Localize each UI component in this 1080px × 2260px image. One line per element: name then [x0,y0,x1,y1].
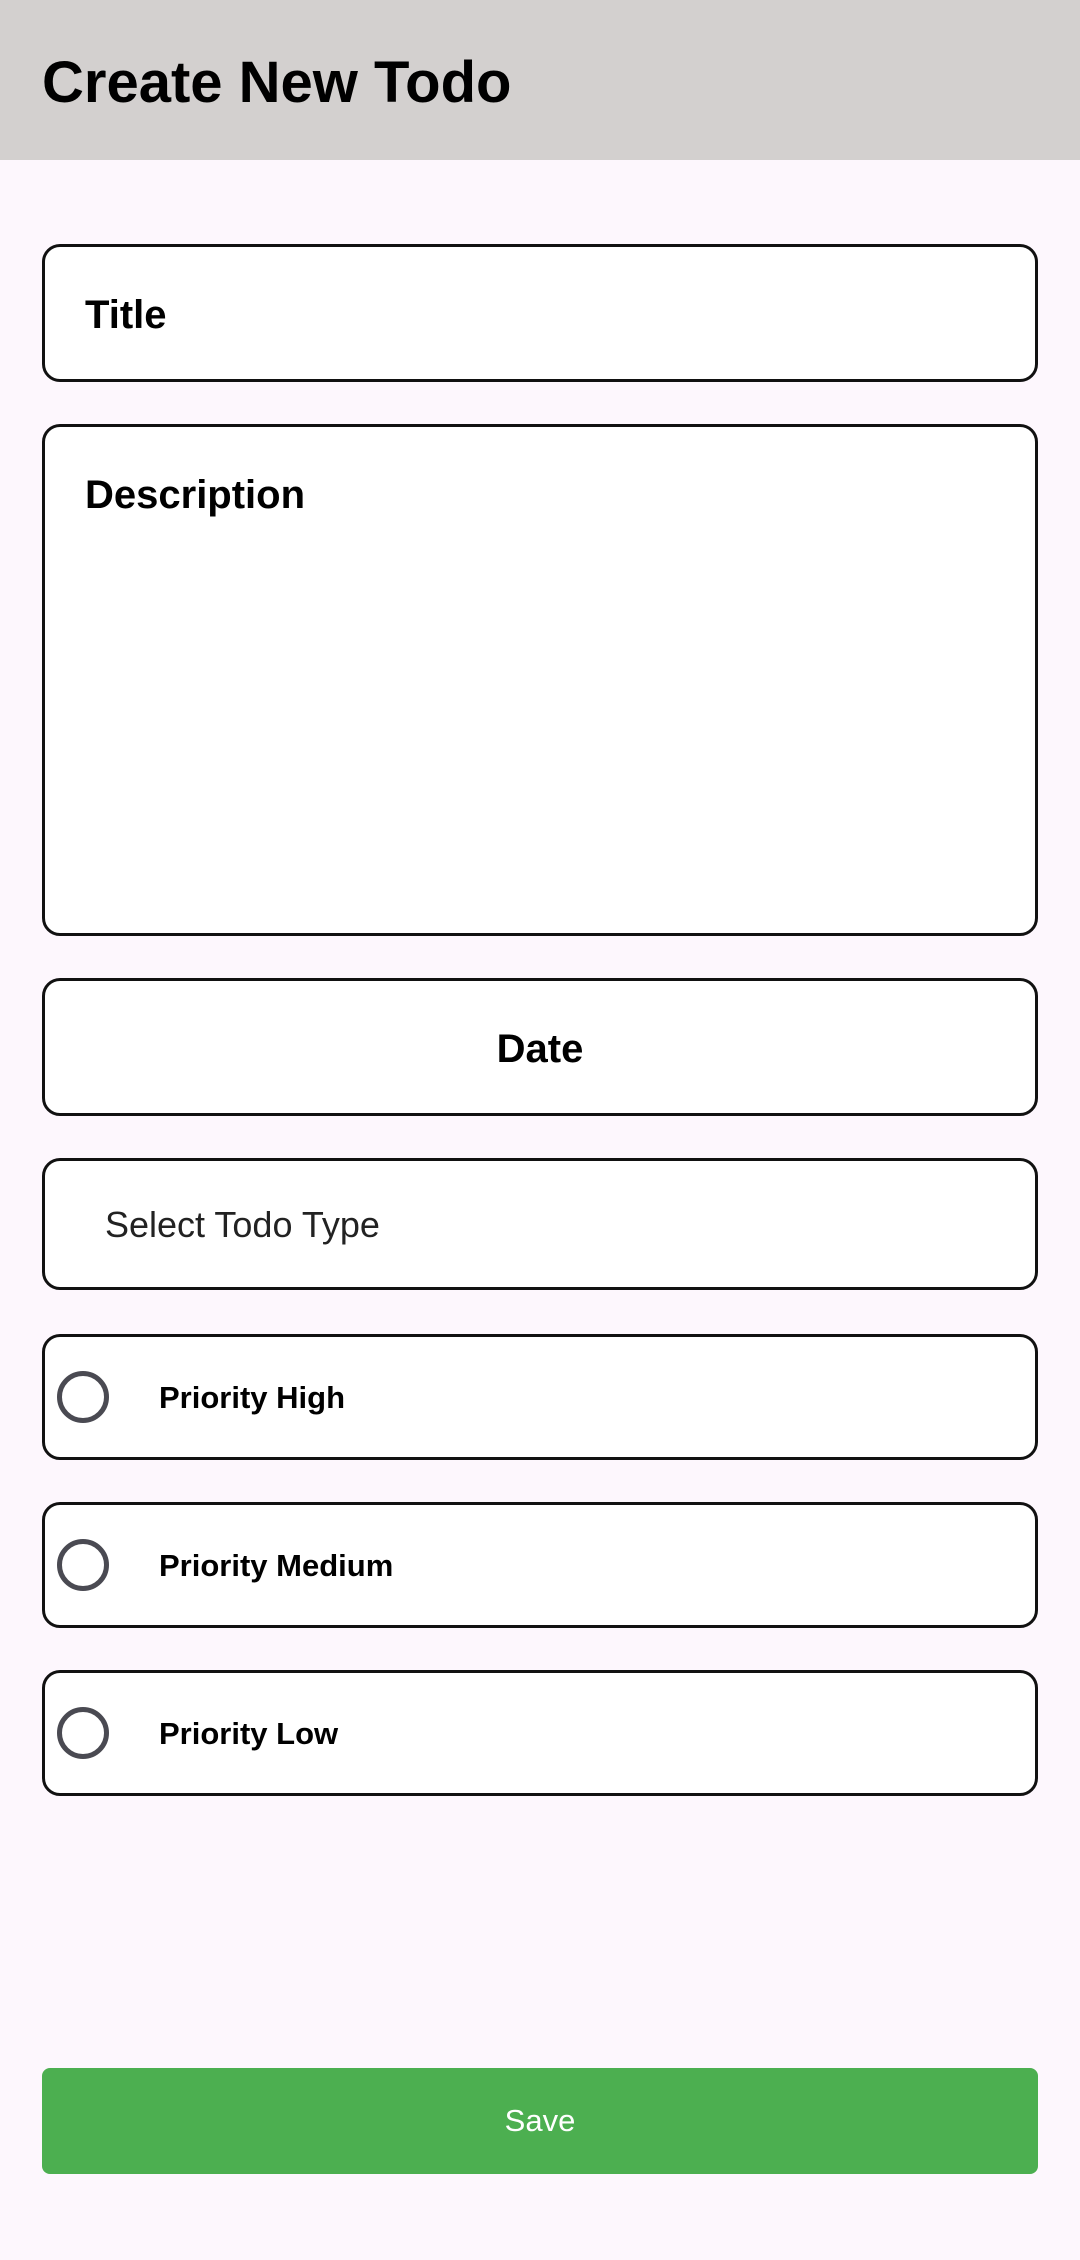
title-placeholder: Title [85,293,167,337]
radio-unchecked-icon[interactable] [57,1539,109,1591]
priority-option-high[interactable]: Priority High [42,1334,1038,1460]
page-title: Create New Todo [42,50,512,115]
date-picker-button[interactable]: Date [42,978,1038,1116]
app-bar: Create New Todo [0,0,1080,160]
description-placeholder: Description [85,473,306,517]
priority-label: Priority Medium [159,1548,394,1583]
radio-unchecked-icon[interactable] [57,1707,109,1759]
todo-type-select[interactable]: Select Todo Type [42,1158,1038,1290]
priority-option-low[interactable]: Priority Low [42,1670,1038,1796]
radio-unchecked-icon[interactable] [57,1371,109,1423]
save-button[interactable]: Save [42,2068,1038,2174]
date-label: Date [496,1027,584,1071]
priority-label: Priority Low [159,1716,339,1751]
title-input[interactable]: Title [42,244,1038,382]
todo-type-selected-value: Select Todo Type [105,1204,380,1245]
description-input[interactable]: Description [42,424,1038,936]
priority-option-medium[interactable]: Priority Medium [42,1502,1038,1628]
priority-label: Priority High [159,1380,346,1415]
